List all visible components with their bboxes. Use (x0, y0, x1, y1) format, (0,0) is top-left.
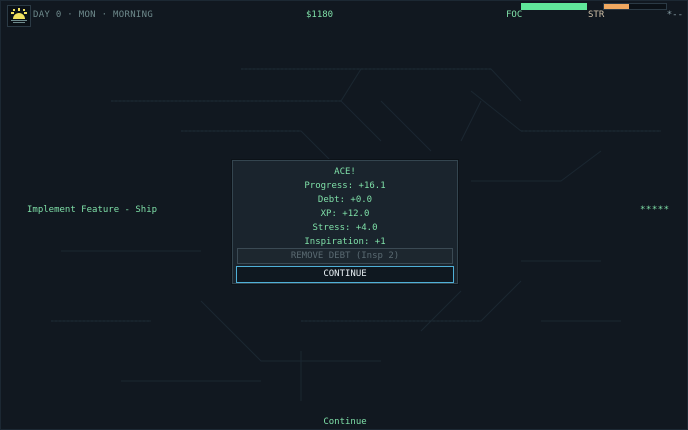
task-label: Implement Feature - Ship (27, 205, 158, 215)
task-rating: ***** (640, 205, 670, 215)
continue-button[interactable]: CONTINUE (236, 266, 454, 283)
footer-continue-link[interactable]: Continue (1, 417, 687, 427)
stress-meter (603, 3, 667, 10)
top-hud: DAY 0 · MON · MORNING $1180 FOC STR *-- (1, 1, 687, 31)
result-progress: Progress: +16.1 (304, 181, 386, 191)
result-lines: ACE! Progress: +16.1 Debt: +0.0 XP: +12.… (233, 165, 457, 249)
result-inspiration: Inspiration: +1 (304, 237, 386, 247)
focus-meter-fill (521, 3, 587, 10)
money-counter: $1180 (306, 10, 334, 20)
status-indicator: *-- (666, 10, 683, 20)
stress-label: STR (588, 10, 605, 20)
result-stress: Stress: +4.0 (312, 223, 378, 233)
remove-debt-button[interactable]: REMOVE DEBT (Insp 2) (237, 248, 453, 264)
day-time-label: DAY 0 · MON · MORNING (33, 10, 154, 20)
result-debt: Debt: +0.0 (317, 195, 373, 205)
game-screen: DAY 0 · MON · MORNING $1180 FOC STR *-- … (0, 0, 688, 430)
stress-meter-fill (604, 4, 629, 9)
sunrise-logo-icon (7, 5, 31, 27)
focus-meter (521, 3, 587, 10)
focus-label: FOC (506, 10, 523, 20)
result-xp: XP: +12.0 (320, 209, 370, 219)
result-dialog: ACE! Progress: +16.1 Debt: +0.0 XP: +12.… (232, 160, 458, 284)
result-title: ACE! (334, 167, 356, 177)
